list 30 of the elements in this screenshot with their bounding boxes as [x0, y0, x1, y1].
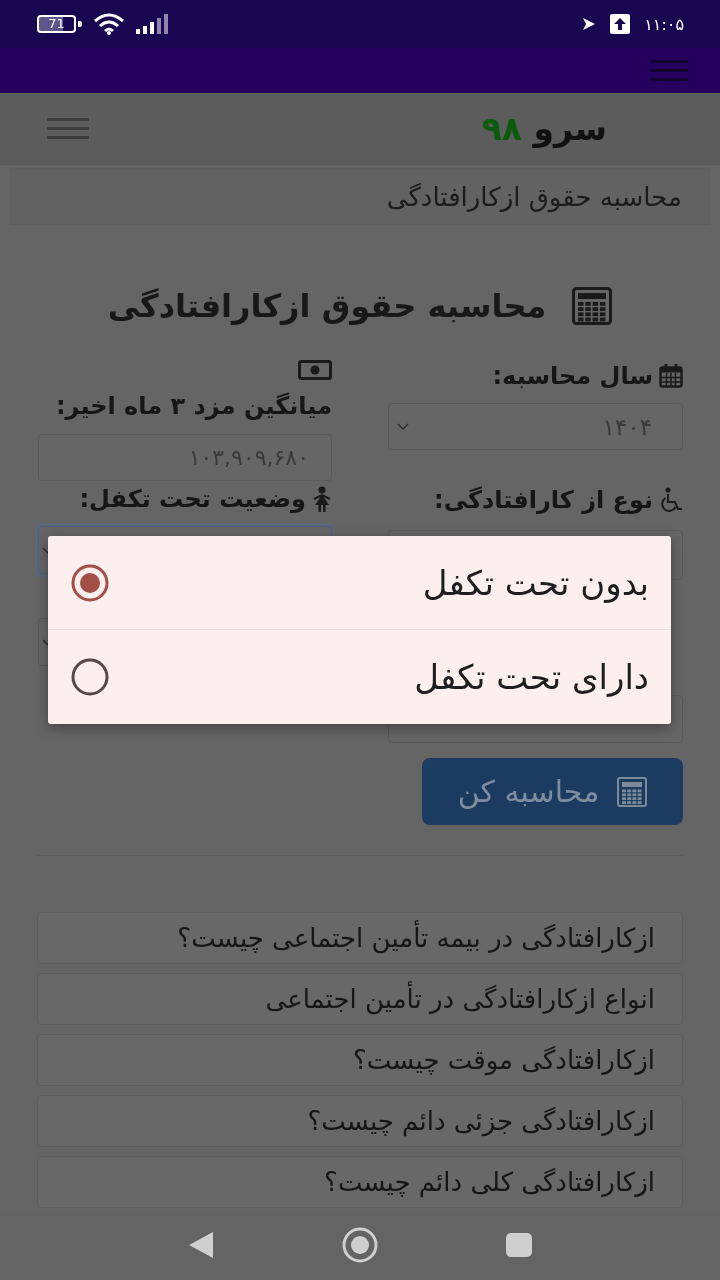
field-label: میانگین مزد ۳ ماه اخیر: [55, 391, 332, 422]
faq-item[interactable]: ازکارافتادگی کلی دائم چیست؟ [37, 1156, 683, 1208]
upload-icon [610, 14, 631, 34]
wheelchair-icon [659, 487, 683, 513]
faq-item[interactable]: انواع ازکارافتادگی در تأمین اجتماعی [37, 973, 683, 1025]
chevron-down-icon [397, 423, 409, 430]
person-icon [312, 486, 332, 512]
status-time: ۱۱:۰۵ [644, 14, 684, 34]
calculator-icon [617, 776, 648, 807]
back-icon[interactable] [188, 1232, 213, 1258]
field-label: نوع از کارافتادگی: [434, 485, 653, 516]
banknote-icon [298, 360, 332, 380]
home-icon[interactable] [341, 1227, 378, 1263]
calculate-button[interactable]: محاسبه کن [422, 758, 683, 825]
calculator-icon [572, 287, 613, 325]
play-icon [582, 17, 597, 31]
field-label: وضعیت تحت تکفل: [79, 484, 306, 515]
calendar-icon [659, 364, 683, 388]
faq-item[interactable]: ازکارافتادگی موقت چیست؟ [37, 1034, 683, 1086]
radio-option[interactable]: دارای تحت تکفل [48, 630, 671, 724]
faq-item[interactable]: ازکارافتادگی در بیمه تأمین اجتماعی چیست؟ [37, 912, 683, 964]
field-label: سال محاسبه: [492, 361, 653, 392]
faq-item[interactable]: ازکارافتادگی جزئی دائم چیست؟ [37, 1095, 683, 1147]
radio-option[interactable]: بدون تحت تکفل [48, 536, 671, 630]
wifi-icon [94, 13, 124, 35]
page-title: محاسبه حقوق ازکارافتادگی [107, 287, 547, 325]
battery-indicator: 71 [37, 15, 82, 33]
breadcrumb-item: محاسبه حقوق ازکارافتادگی [386, 181, 682, 212]
signal-icon [136, 14, 168, 34]
recents-icon[interactable] [505, 1233, 532, 1257]
